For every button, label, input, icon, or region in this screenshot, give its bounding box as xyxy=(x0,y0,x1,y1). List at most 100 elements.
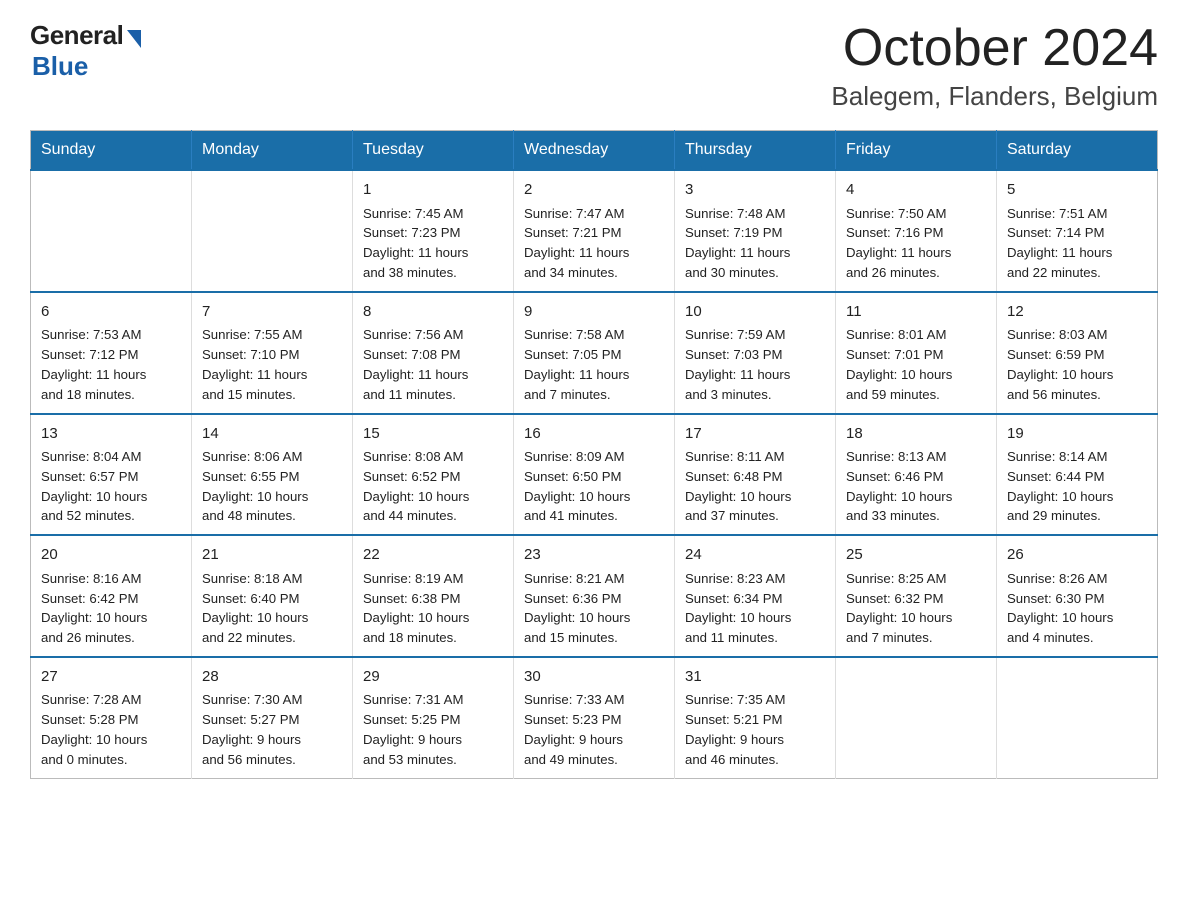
day-number: 26 xyxy=(1007,544,1147,567)
calendar-day-17: 17Sunrise: 8:11 AM Sunset: 6:48 PM Dayli… xyxy=(675,414,836,536)
day-info: Sunrise: 7:47 AM Sunset: 7:21 PM Dayligh… xyxy=(524,204,664,283)
day-info: Sunrise: 7:56 AM Sunset: 7:08 PM Dayligh… xyxy=(363,325,503,404)
day-number: 8 xyxy=(363,301,503,324)
day-info: Sunrise: 7:45 AM Sunset: 7:23 PM Dayligh… xyxy=(363,204,503,283)
day-number: 13 xyxy=(41,423,181,446)
month-title: October 2024 xyxy=(831,20,1158,77)
calendar-day-30: 30Sunrise: 7:33 AM Sunset: 5:23 PM Dayli… xyxy=(514,657,675,778)
day-info: Sunrise: 8:26 AM Sunset: 6:30 PM Dayligh… xyxy=(1007,569,1147,648)
calendar-day-7: 7Sunrise: 7:55 AM Sunset: 7:10 PM Daylig… xyxy=(192,292,353,414)
title-block: October 2024 Balegem, Flanders, Belgium xyxy=(831,20,1158,112)
calendar-day-18: 18Sunrise: 8:13 AM Sunset: 6:46 PM Dayli… xyxy=(836,414,997,536)
calendar-empty-cell xyxy=(192,170,353,292)
calendar-week-row: 27Sunrise: 7:28 AM Sunset: 5:28 PM Dayli… xyxy=(31,657,1158,778)
day-info: Sunrise: 7:28 AM Sunset: 5:28 PM Dayligh… xyxy=(41,690,181,769)
calendar-week-row: 6Sunrise: 7:53 AM Sunset: 7:12 PM Daylig… xyxy=(31,292,1158,414)
weekday-header-monday: Monday xyxy=(192,131,353,171)
calendar-day-23: 23Sunrise: 8:21 AM Sunset: 6:36 PM Dayli… xyxy=(514,535,675,657)
calendar-day-25: 25Sunrise: 8:25 AM Sunset: 6:32 PM Dayli… xyxy=(836,535,997,657)
calendar-day-31: 31Sunrise: 7:35 AM Sunset: 5:21 PM Dayli… xyxy=(675,657,836,778)
calendar-day-4: 4Sunrise: 7:50 AM Sunset: 7:16 PM Daylig… xyxy=(836,170,997,292)
weekday-header-sunday: Sunday xyxy=(31,131,192,171)
day-number: 2 xyxy=(524,179,664,202)
page-header: General Blue October 2024 Balegem, Fland… xyxy=(30,20,1158,112)
day-info: Sunrise: 7:59 AM Sunset: 7:03 PM Dayligh… xyxy=(685,325,825,404)
calendar-header-row: SundayMondayTuesdayWednesdayThursdayFrid… xyxy=(31,131,1158,171)
calendar-day-3: 3Sunrise: 7:48 AM Sunset: 7:19 PM Daylig… xyxy=(675,170,836,292)
logo-arrow-icon xyxy=(127,30,141,48)
day-info: Sunrise: 7:55 AM Sunset: 7:10 PM Dayligh… xyxy=(202,325,342,404)
day-info: Sunrise: 7:58 AM Sunset: 7:05 PM Dayligh… xyxy=(524,325,664,404)
calendar-empty-cell xyxy=(31,170,192,292)
day-number: 10 xyxy=(685,301,825,324)
calendar-day-14: 14Sunrise: 8:06 AM Sunset: 6:55 PM Dayli… xyxy=(192,414,353,536)
day-info: Sunrise: 8:08 AM Sunset: 6:52 PM Dayligh… xyxy=(363,447,503,526)
day-info: Sunrise: 8:11 AM Sunset: 6:48 PM Dayligh… xyxy=(685,447,825,526)
day-info: Sunrise: 8:18 AM Sunset: 6:40 PM Dayligh… xyxy=(202,569,342,648)
day-info: Sunrise: 8:04 AM Sunset: 6:57 PM Dayligh… xyxy=(41,447,181,526)
day-info: Sunrise: 7:33 AM Sunset: 5:23 PM Dayligh… xyxy=(524,690,664,769)
day-info: Sunrise: 8:16 AM Sunset: 6:42 PM Dayligh… xyxy=(41,569,181,648)
day-number: 17 xyxy=(685,423,825,446)
weekday-header-friday: Friday xyxy=(836,131,997,171)
day-number: 1 xyxy=(363,179,503,202)
day-info: Sunrise: 7:35 AM Sunset: 5:21 PM Dayligh… xyxy=(685,690,825,769)
day-info: Sunrise: 8:23 AM Sunset: 6:34 PM Dayligh… xyxy=(685,569,825,648)
calendar-day-6: 6Sunrise: 7:53 AM Sunset: 7:12 PM Daylig… xyxy=(31,292,192,414)
logo-general-text: General xyxy=(30,20,123,51)
day-number: 6 xyxy=(41,301,181,324)
day-info: Sunrise: 8:09 AM Sunset: 6:50 PM Dayligh… xyxy=(524,447,664,526)
logo: General Blue xyxy=(30,20,141,82)
day-info: Sunrise: 7:51 AM Sunset: 7:14 PM Dayligh… xyxy=(1007,204,1147,283)
day-number: 29 xyxy=(363,666,503,689)
day-number: 4 xyxy=(846,179,986,202)
weekday-header-tuesday: Tuesday xyxy=(353,131,514,171)
day-number: 12 xyxy=(1007,301,1147,324)
calendar-day-29: 29Sunrise: 7:31 AM Sunset: 5:25 PM Dayli… xyxy=(353,657,514,778)
weekday-header-wednesday: Wednesday xyxy=(514,131,675,171)
calendar-day-11: 11Sunrise: 8:01 AM Sunset: 7:01 PM Dayli… xyxy=(836,292,997,414)
calendar-day-21: 21Sunrise: 8:18 AM Sunset: 6:40 PM Dayli… xyxy=(192,535,353,657)
calendar-day-28: 28Sunrise: 7:30 AM Sunset: 5:27 PM Dayli… xyxy=(192,657,353,778)
calendar-day-26: 26Sunrise: 8:26 AM Sunset: 6:30 PM Dayli… xyxy=(997,535,1158,657)
day-info: Sunrise: 8:14 AM Sunset: 6:44 PM Dayligh… xyxy=(1007,447,1147,526)
calendar-day-5: 5Sunrise: 7:51 AM Sunset: 7:14 PM Daylig… xyxy=(997,170,1158,292)
calendar-day-10: 10Sunrise: 7:59 AM Sunset: 7:03 PM Dayli… xyxy=(675,292,836,414)
day-number: 5 xyxy=(1007,179,1147,202)
calendar-day-16: 16Sunrise: 8:09 AM Sunset: 6:50 PM Dayli… xyxy=(514,414,675,536)
day-info: Sunrise: 8:21 AM Sunset: 6:36 PM Dayligh… xyxy=(524,569,664,648)
day-info: Sunrise: 7:50 AM Sunset: 7:16 PM Dayligh… xyxy=(846,204,986,283)
day-number: 21 xyxy=(202,544,342,567)
calendar-day-22: 22Sunrise: 8:19 AM Sunset: 6:38 PM Dayli… xyxy=(353,535,514,657)
day-number: 9 xyxy=(524,301,664,324)
day-number: 7 xyxy=(202,301,342,324)
calendar-table: SundayMondayTuesdayWednesdayThursdayFrid… xyxy=(30,130,1158,778)
weekday-header-saturday: Saturday xyxy=(997,131,1158,171)
calendar-week-row: 1Sunrise: 7:45 AM Sunset: 7:23 PM Daylig… xyxy=(31,170,1158,292)
calendar-day-8: 8Sunrise: 7:56 AM Sunset: 7:08 PM Daylig… xyxy=(353,292,514,414)
day-number: 14 xyxy=(202,423,342,446)
day-info: Sunrise: 7:53 AM Sunset: 7:12 PM Dayligh… xyxy=(41,325,181,404)
logo-blue-text: Blue xyxy=(32,51,88,82)
day-number: 24 xyxy=(685,544,825,567)
weekday-header-thursday: Thursday xyxy=(675,131,836,171)
day-info: Sunrise: 8:13 AM Sunset: 6:46 PM Dayligh… xyxy=(846,447,986,526)
day-number: 19 xyxy=(1007,423,1147,446)
day-number: 25 xyxy=(846,544,986,567)
day-number: 27 xyxy=(41,666,181,689)
day-number: 11 xyxy=(846,301,986,324)
calendar-day-27: 27Sunrise: 7:28 AM Sunset: 5:28 PM Dayli… xyxy=(31,657,192,778)
day-number: 23 xyxy=(524,544,664,567)
day-info: Sunrise: 7:48 AM Sunset: 7:19 PM Dayligh… xyxy=(685,204,825,283)
calendar-day-15: 15Sunrise: 8:08 AM Sunset: 6:52 PM Dayli… xyxy=(353,414,514,536)
day-number: 16 xyxy=(524,423,664,446)
day-info: Sunrise: 7:31 AM Sunset: 5:25 PM Dayligh… xyxy=(363,690,503,769)
day-info: Sunrise: 8:03 AM Sunset: 6:59 PM Dayligh… xyxy=(1007,325,1147,404)
day-info: Sunrise: 8:19 AM Sunset: 6:38 PM Dayligh… xyxy=(363,569,503,648)
day-number: 18 xyxy=(846,423,986,446)
calendar-day-9: 9Sunrise: 7:58 AM Sunset: 7:05 PM Daylig… xyxy=(514,292,675,414)
day-number: 31 xyxy=(685,666,825,689)
day-info: Sunrise: 8:01 AM Sunset: 7:01 PM Dayligh… xyxy=(846,325,986,404)
day-number: 30 xyxy=(524,666,664,689)
calendar-week-row: 20Sunrise: 8:16 AM Sunset: 6:42 PM Dayli… xyxy=(31,535,1158,657)
